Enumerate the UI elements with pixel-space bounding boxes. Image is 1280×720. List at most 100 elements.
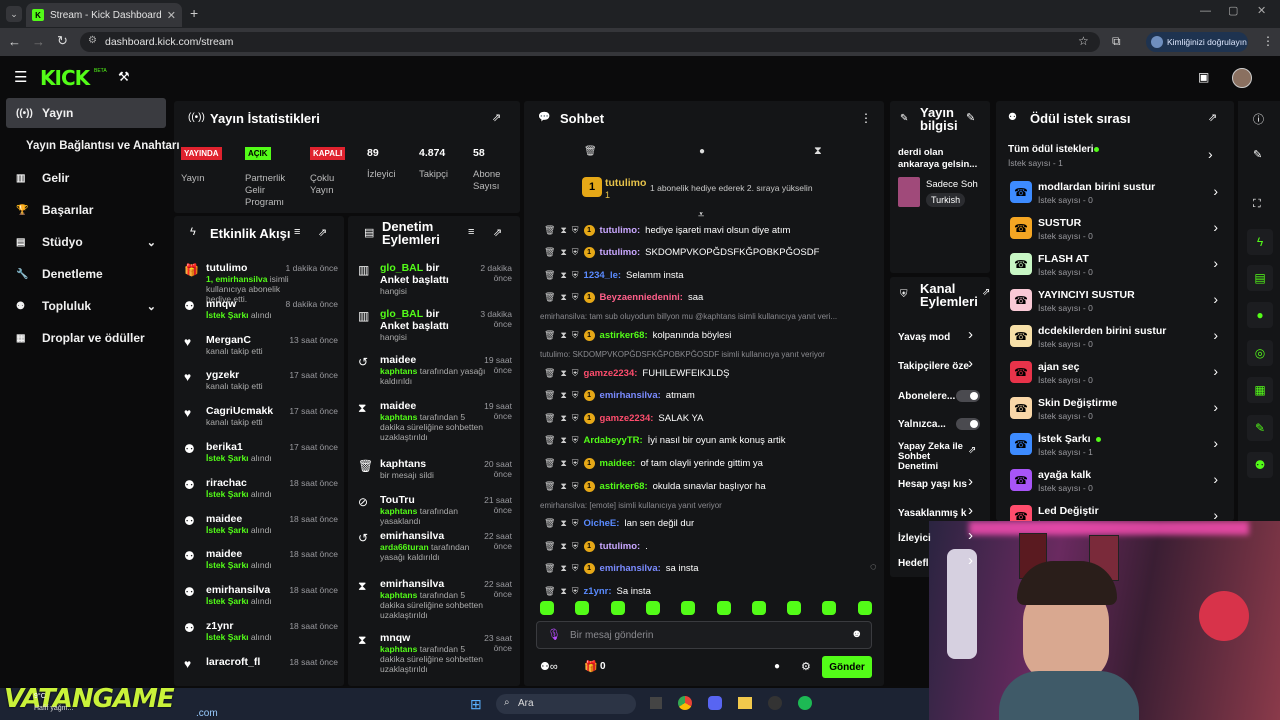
all-rewards-row[interactable]: Tüm ödül istekleri İstek sayısı - 1 › <box>1008 141 1228 171</box>
delete-message-icon[interactable]: 🗑 <box>544 541 555 552</box>
spotify-icon[interactable] <box>798 696 812 710</box>
external-link-icon[interactable]: ⇗ <box>968 445 976 456</box>
timeout-icon[interactable]: ⧗ <box>560 481 566 492</box>
trash-icon[interactable]: 🗑 <box>584 146 597 157</box>
ban-icon[interactable]: ⛨ <box>572 458 579 469</box>
emoji-icon[interactable]: ☻ <box>851 628 863 640</box>
chat-username[interactable]: 1234_le: <box>584 270 622 281</box>
sidebar-item-6[interactable]: ⚉ Topluluk ⌄ <box>6 291 166 321</box>
info-icon[interactable]: ⓘ <box>1253 111 1264 127</box>
moderation-user[interactable]: glo_BAL <box>380 308 423 320</box>
maximize-icon[interactable]: ▢ <box>1228 4 1238 17</box>
sidebar-item-0[interactable]: ((•)) Yayın <box>6 98 166 128</box>
emote-icon[interactable] <box>681 601 696 615</box>
sidebar-item-1[interactable]: Yayın Bağlantısı ve Anahtarı <box>16 131 180 161</box>
points-icon[interactable]: ⚉∞ <box>540 660 558 673</box>
activity-user[interactable]: laracroft_fl <box>206 656 260 668</box>
hamburger-menu-icon[interactable]: ☰ <box>14 68 27 86</box>
back-icon[interactable]: ← <box>8 34 21 49</box>
activity-user[interactable]: MerganC <box>206 334 251 346</box>
close-window-icon[interactable]: ✕ <box>1257 4 1266 17</box>
chat-username[interactable]: maidee: <box>600 458 636 469</box>
moderation-user[interactable]: glo_BAL <box>380 262 423 274</box>
timeout-icon[interactable]: ⧗ <box>560 368 566 379</box>
delete-message-icon[interactable]: 🗑 <box>544 563 555 574</box>
activity-user[interactable]: CagriUcmakk <box>206 405 273 417</box>
reload-icon[interactable]: ↻ <box>57 33 68 49</box>
minimize-icon[interactable]: — <box>1200 5 1211 17</box>
chat-input[interactable]: 🎙 Bir mesaj gönderin ☻ <box>536 621 872 649</box>
emote-icon[interactable] <box>857 601 872 615</box>
close-tab-icon[interactable]: ✕ <box>167 9 176 22</box>
gift-icon[interactable]: 🎁 <box>584 660 598 673</box>
toggle-switch[interactable] <box>956 390 980 402</box>
tab-search-icon[interactable]: ⌄ <box>6 6 22 22</box>
delete-message-icon[interactable]: 🗑 <box>544 270 555 281</box>
toggle-switch[interactable] <box>956 418 980 430</box>
filter-icon[interactable]: ≡ <box>294 226 300 238</box>
address-bar[interactable]: ⚙ dashboard.kick.com/stream ☆ <box>80 32 1100 52</box>
edit-icon[interactable]: ✎ <box>966 111 975 124</box>
emote-icon[interactable] <box>822 601 837 615</box>
crop-icon[interactable]: ⛶ <box>1253 198 1261 211</box>
chat-bubble-icon[interactable]: ● <box>774 661 780 672</box>
reward-row[interactable]: ☎ dcdekilerden birini sustur İstek sayısı … <box>1004 321 1224 355</box>
delete-message-icon[interactable]: 🗑 <box>544 435 555 446</box>
pinned-user[interactable]: tutulimo <box>605 177 646 189</box>
chat-username[interactable]: ArdabeyyTR: <box>584 435 643 446</box>
ban-icon[interactable]: ⛨ <box>572 390 579 401</box>
ban-icon[interactable]: ⛨ <box>572 368 579 379</box>
delete-message-icon[interactable]: 🗑 <box>544 390 555 401</box>
windows-start-icon[interactable]: ⊞ <box>470 696 482 713</box>
ban-icon[interactable]: ⛨ <box>572 225 579 236</box>
ban-icon[interactable]: ⛨ <box>572 541 579 552</box>
emote-icon[interactable] <box>645 601 660 615</box>
chrome-icon[interactable] <box>678 696 692 710</box>
file-explorer-icon[interactable] <box>738 697 752 709</box>
ban-icon[interactable]: ⛨ <box>572 247 579 258</box>
ban-icon[interactable]: ⛨ <box>572 435 579 446</box>
new-tab-icon[interactable]: + <box>190 5 198 21</box>
browser-tab[interactable]: K Stream - Kick Dashboard ✕ <box>26 3 182 27</box>
ban-icon[interactable]: ⛨ <box>572 586 579 597</box>
forward-icon[interactable]: → <box>32 34 45 49</box>
moderation-user[interactable]: TouTru <box>380 494 415 506</box>
ban-icon[interactable]: ⛨ <box>572 518 579 529</box>
emote-icon[interactable] <box>716 601 731 615</box>
rail-wrench-icon[interactable]: ✎ <box>1247 415 1273 441</box>
extensions-icon[interactable]: ⧉ <box>1112 34 1121 49</box>
filter-icon[interactable]: ≡ <box>468 226 474 238</box>
moderation-user[interactable]: maidee <box>380 400 416 412</box>
moderation-user[interactable]: kaphtans <box>380 458 426 470</box>
rail-broadcast-icon[interactable]: ◎ <box>1247 340 1273 366</box>
chat-username[interactable]: gamze2234: <box>600 413 654 424</box>
message-icon[interactable]: ● <box>699 146 705 157</box>
timeout-icon[interactable]: ⧗ <box>560 518 566 529</box>
delete-message-icon[interactable]: 🗑 <box>544 368 555 379</box>
activity-user[interactable]: maidee <box>206 513 242 525</box>
kick-logo[interactable]: KICK <box>40 66 90 90</box>
send-button[interactable]: Gönder <box>822 656 872 678</box>
steam-icon[interactable] <box>768 696 782 710</box>
ban-icon[interactable]: ⛨ <box>572 270 579 281</box>
tools-icon[interactable]: ⚒ <box>118 69 130 85</box>
rail-rewards-icon[interactable]: ⚉ <box>1247 452 1273 478</box>
sidebar-item-5[interactable]: 🔧 Denetleme <box>6 259 166 289</box>
chat-username[interactable]: astirker68: <box>600 330 648 341</box>
reward-row[interactable]: ☎ ayağa kalk İstek sayısı - 0 › <box>1004 465 1224 499</box>
task-view-icon[interactable] <box>650 697 662 709</box>
timeout-icon[interactable]: ⧗ <box>560 586 566 597</box>
emote-icon[interactable] <box>575 601 590 615</box>
chat-username[interactable]: OicheE: <box>584 518 620 529</box>
rail-activity-icon[interactable]: ϟ <box>1247 229 1273 255</box>
timeout-icon[interactable]: ⧗ <box>560 270 566 281</box>
preview-icon[interactable]: ▣ <box>1198 70 1209 84</box>
activity-user[interactable]: rirachac <box>206 477 247 489</box>
emote-icon[interactable] <box>610 601 625 615</box>
sidebar-item-4[interactable]: ▤ Stüdyo ⌄ <box>6 227 166 257</box>
reward-row[interactable]: ☎ YAYINCIYI SUSTUR İstek sayısı - 0 › <box>1004 285 1224 319</box>
reward-row[interactable]: ☎ FLASH AT İstek sayısı - 0 › <box>1004 249 1224 283</box>
popout-icon[interactable]: ⇗ <box>1208 111 1217 124</box>
emote-icon[interactable] <box>751 601 766 615</box>
taskbar-search[interactable]: ⌕ Ara <box>496 694 636 714</box>
